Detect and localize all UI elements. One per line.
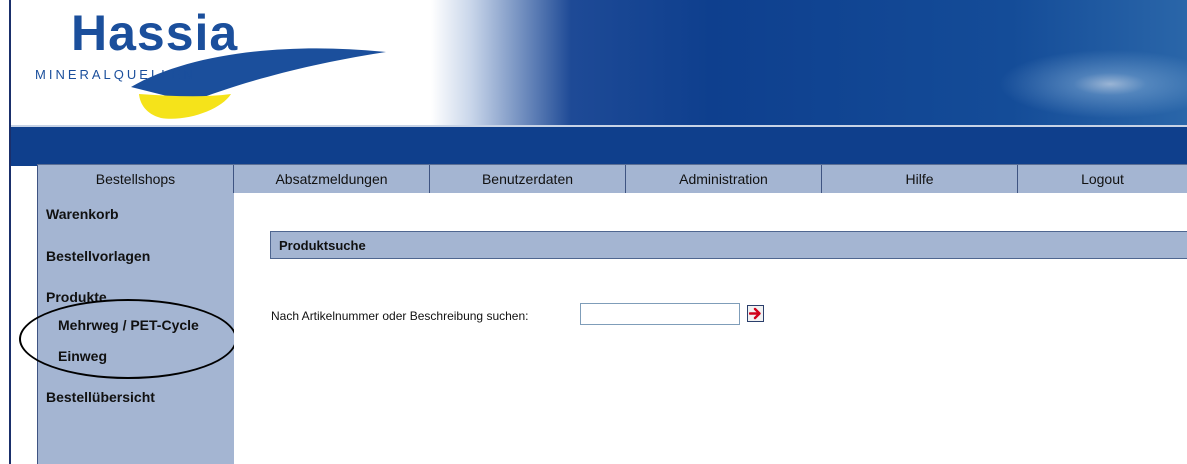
- nav-absatzmeldungen[interactable]: Absatzmeldungen: [233, 165, 429, 193]
- sidebar-item-warenkorb[interactable]: Warenkorb: [46, 206, 119, 222]
- logo-wordmark: Hassia: [71, 5, 239, 61]
- arrow-right-icon: [749, 307, 761, 320]
- water-splash-image: [967, 40, 1187, 120]
- sidebar-item-mehrweg[interactable]: Mehrweg / PET-Cycle: [58, 317, 199, 333]
- header-banner: Hassia MINERALQUELLEN: [11, 0, 1187, 125]
- main-nav: Bestellshops Absatzmeldungen Benutzerdat…: [37, 164, 1187, 194]
- logo-subtitle: MINERALQUELLEN: [35, 67, 196, 82]
- header-band: [11, 125, 1187, 166]
- nav-administration[interactable]: Administration: [625, 165, 821, 193]
- page-left-border: [0, 0, 11, 464]
- sidebar-item-bestellvorlagen[interactable]: Bestellvorlagen: [46, 248, 150, 264]
- nav-hilfe[interactable]: Hilfe: [821, 165, 1017, 193]
- panel-title: Produktsuche: [279, 238, 366, 253]
- search-go-button[interactable]: [747, 305, 764, 322]
- search-label: Nach Artikelnummer oder Beschreibung suc…: [271, 309, 529, 323]
- panel-header: Produktsuche: [270, 231, 1187, 259]
- nav-bestellshops[interactable]: Bestellshops: [37, 165, 233, 193]
- sidebar: Warenkorb Bestellvorlagen Produkte Mehrw…: [37, 193, 235, 464]
- sidebar-item-bestelluebersicht[interactable]: Bestellübersicht: [46, 389, 155, 405]
- nav-logout[interactable]: Logout: [1017, 165, 1187, 193]
- nav-benutzerdaten[interactable]: Benutzerdaten: [429, 165, 625, 193]
- sidebar-item-einweg[interactable]: Einweg: [58, 348, 107, 364]
- search-input[interactable]: [580, 303, 740, 325]
- main-content: Produktsuche Nach Artikelnummer oder Bes…: [234, 193, 1187, 464]
- sidebar-item-produkte[interactable]: Produkte: [46, 289, 107, 305]
